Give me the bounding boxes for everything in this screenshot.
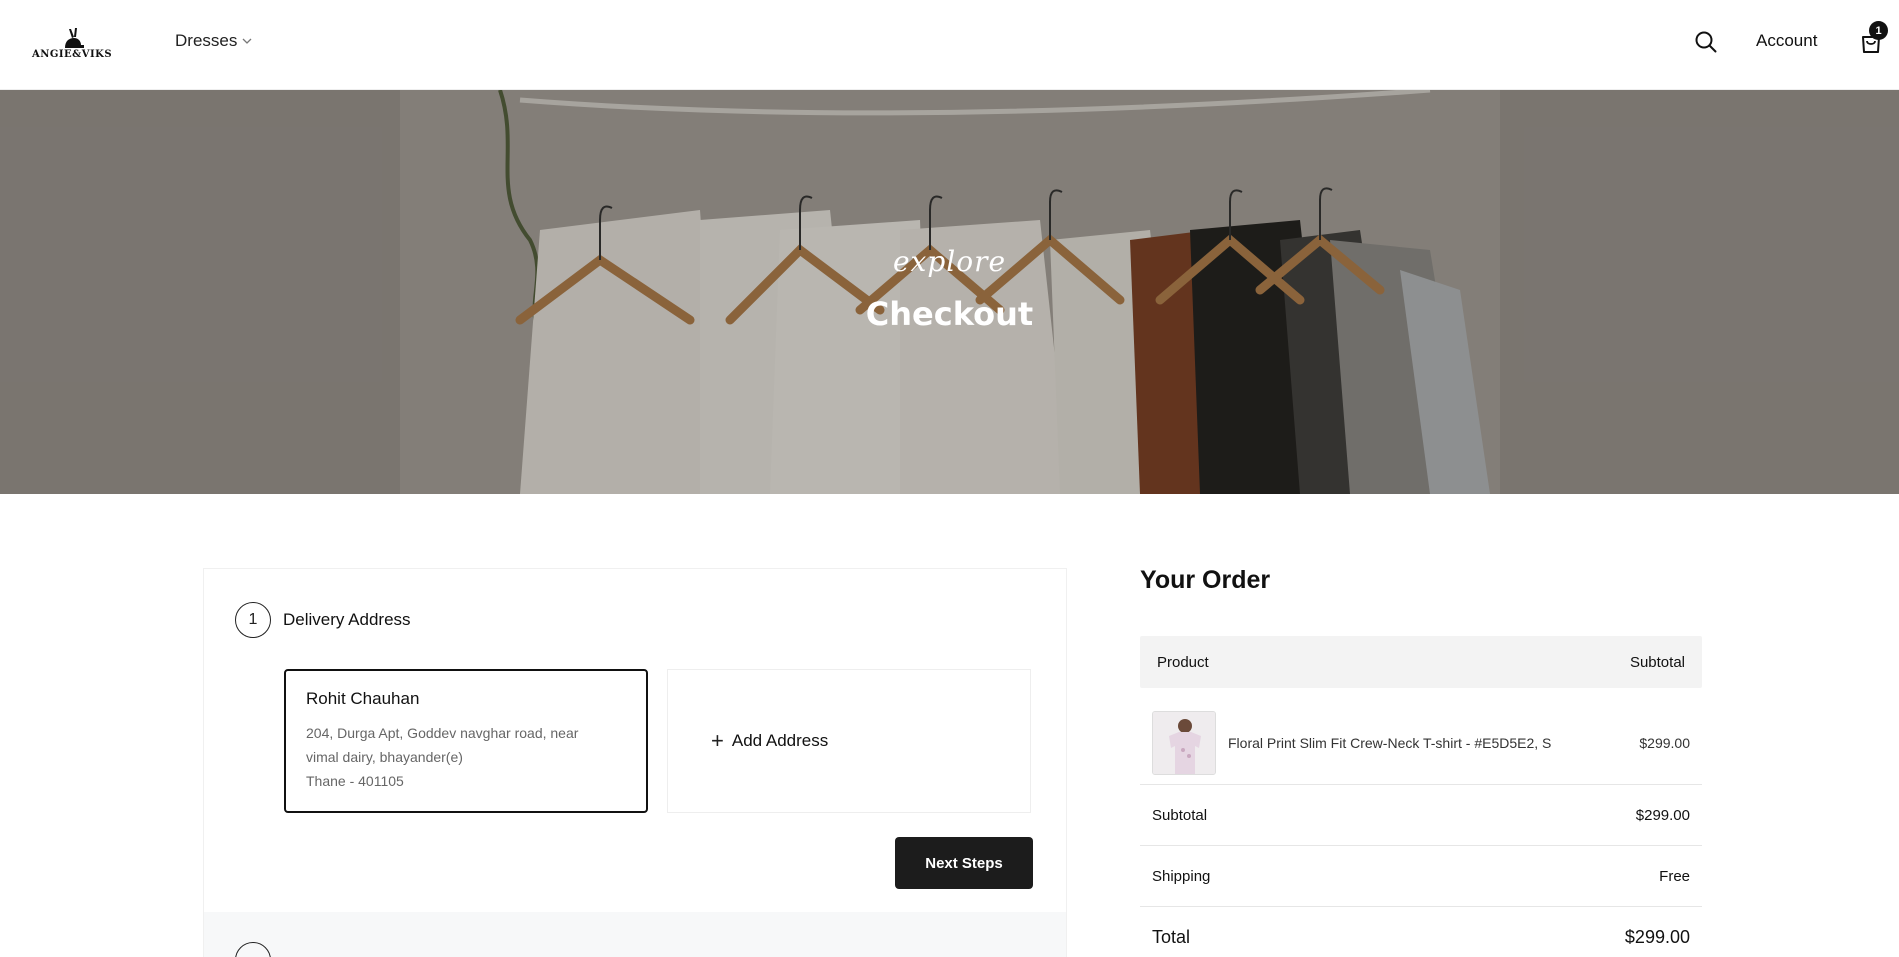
chevron-down-icon [242, 38, 252, 44]
nav-dresses-label: Dresses [175, 31, 238, 50]
subtotal-label: Subtotal [1152, 806, 1208, 824]
total-value: $299.00 [1624, 927, 1690, 947]
order-table-header: Product Subtotal [1140, 636, 1702, 688]
account-link[interactable]: Account [1756, 31, 1817, 51]
step-title: Delivery Address [283, 610, 411, 629]
product-price: $299.00 [1639, 734, 1690, 751]
saved-address-card[interactable]: Rohit Chauhan 204, Durga Apt, Goddev nav… [284, 669, 648, 813]
hero-banner: explore Checkout [0, 90, 1899, 494]
address-line: Thane - 401105 [306, 773, 404, 789]
site-header: ANGIE&VIKS Dresses Account 1 [0, 0, 1899, 90]
add-address-button[interactable]: + Add Address [667, 669, 1031, 813]
total-label: Total [1152, 927, 1191, 947]
hero-subtitle: explore [892, 245, 1007, 278]
add-address-label: Add Address [731, 731, 829, 750]
column-header-subtotal: Subtotal [1629, 653, 1685, 671]
total-row: Total $299.00 [1140, 907, 1702, 957]
cart-count-badge: 1 [1869, 21, 1888, 40]
hero-overlay [0, 90, 1899, 494]
shipping-value: Free [1659, 867, 1690, 885]
address-name: Rohit Chauhan [306, 689, 420, 708]
order-item-row: Floral Print Slim Fit Crew-Neck T-shirt … [1140, 701, 1702, 785]
plus-icon: + [711, 728, 724, 753]
shipping-row: Shipping Free [1140, 846, 1702, 907]
subtotal-row: Subtotal $299.00 [1140, 785, 1702, 846]
nav-dresses-menu[interactable]: Dresses [175, 31, 253, 51]
page-title: Checkout [865, 295, 1034, 333]
product-thumbnail[interactable] [1152, 710, 1216, 775]
step-number-badge: 1 [235, 602, 271, 638]
subtotal-value: $299.00 [1635, 806, 1690, 824]
rabbit-logo-icon [65, 28, 84, 48]
step-2-header[interactable] [204, 912, 1066, 957]
step-number-badge [235, 942, 271, 957]
next-steps-button[interactable]: Next Steps [895, 837, 1033, 889]
column-header-product: Product [1157, 653, 1209, 671]
checkout-steps-card: 1 Delivery Address Rohit Chauhan 204, Du… [203, 568, 1067, 957]
product-name[interactable]: Floral Print Slim Fit Crew-Neck T-shirt … [1228, 735, 1639, 751]
order-summary-title: Your Order [1140, 566, 1271, 594]
address-line: 204, Durga Apt, Goddev navghar road, nea… [306, 725, 579, 741]
search-icon[interactable] [1694, 30, 1718, 54]
address-line: vimal dairy, bhayander(e) [306, 749, 463, 765]
tshirt-product-image [1153, 711, 1215, 774]
shipping-label: Shipping [1152, 867, 1211, 885]
logo-text: ANGIE&VIKS [31, 49, 113, 60]
logo[interactable]: ANGIE&VIKS [23, 26, 121, 60]
